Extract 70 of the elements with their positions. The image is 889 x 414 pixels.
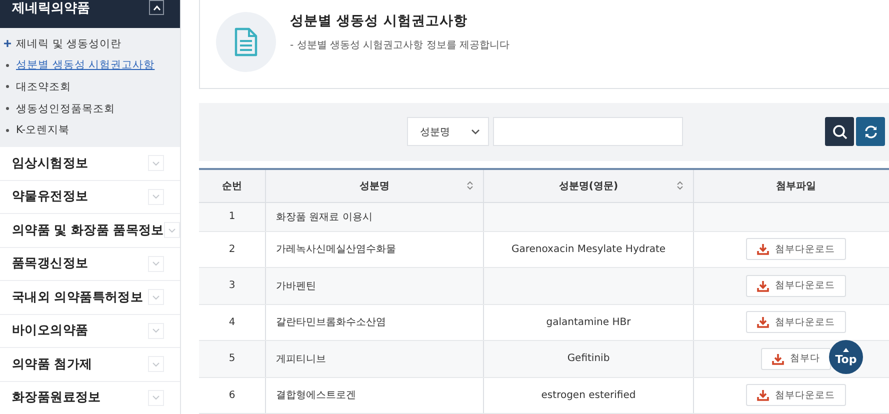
table-cell: galantamine HBr xyxy=(546,316,631,328)
download-icon xyxy=(757,243,769,256)
chevron-down-icon xyxy=(148,256,164,272)
search-button[interactable] xyxy=(825,117,854,146)
download-icon xyxy=(757,316,769,328)
table-cell: 화장품 원재료 이용시 xyxy=(276,212,372,222)
bullet-icon xyxy=(6,107,9,110)
chevron-down-icon xyxy=(148,289,164,306)
search-type-dropdown[interactable]: 성분명 xyxy=(407,117,489,146)
chevron-down-icon xyxy=(148,188,164,205)
download-button[interactable]: 첨부다운로드 xyxy=(746,274,846,297)
plus-icon xyxy=(4,40,11,48)
sidebar-menu-item[interactable]: 의약품 및 화장품 품목정보 xyxy=(0,214,180,248)
submenu-link[interactable]: 대조약조회 xyxy=(16,80,71,94)
table-cell: 결합형에스트로겐 xyxy=(276,390,356,402)
menu-title: 제네릭의약품 xyxy=(12,1,90,17)
table-cell: 5 xyxy=(228,353,236,364)
caret-up-icon xyxy=(843,348,849,352)
sidebar-menu-item[interactable]: 화장품원료정보 xyxy=(0,382,180,414)
sidebar-menu-item[interactable]: 국내외 의약품특허정보 xyxy=(0,281,180,314)
column-header: 순번 xyxy=(199,168,266,202)
table-cell: estrogen esterified xyxy=(541,390,636,401)
table-cell: Garenoxacin Mesylate Hydrate xyxy=(511,244,666,255)
page-description: - 성분별 생동성 시험권고사항 정보를 제공합니다 xyxy=(290,39,510,52)
bullet-icon xyxy=(6,64,9,67)
refresh-icon xyxy=(864,124,878,139)
bullet-icon xyxy=(6,85,9,88)
chevron-down-icon xyxy=(148,155,164,172)
sidebar-menu-item[interactable]: 임상시험정보 xyxy=(0,147,180,180)
collapse-button[interactable] xyxy=(149,0,164,15)
chevron-up-icon xyxy=(152,4,160,10)
sidebar-menu-item[interactable]: 약물유전정보 xyxy=(0,180,180,214)
column-header[interactable]: 성분명 xyxy=(266,168,484,202)
download-icon xyxy=(772,352,784,365)
column-header: 첨부파일 xyxy=(694,168,889,202)
bullet-icon xyxy=(6,128,9,132)
download-button[interactable]: 첨부다 xyxy=(761,348,831,370)
column-header[interactable]: 성분명(영문) xyxy=(484,168,694,202)
sidebar-menu-item[interactable]: 의약품 첨가제 xyxy=(0,348,180,382)
submenu-link[interactable]: 성분별 생동성 시험권고사항 xyxy=(16,58,155,72)
table-cell: 4 xyxy=(228,316,236,328)
table-cell: 6 xyxy=(228,390,236,401)
refresh-button[interactable] xyxy=(856,117,885,146)
table-cell: 3 xyxy=(228,280,236,292)
search-field[interactable] xyxy=(493,117,683,146)
submenu-link[interactable]: 제네릭 및 생동성이란 xyxy=(16,36,122,51)
download-icon xyxy=(757,389,769,402)
sort-icon xyxy=(677,180,683,190)
table-cell: 2 xyxy=(228,244,236,255)
table-cell: 갈란타민브롬화수소산염 xyxy=(276,317,386,328)
sidebar-menu-item[interactable]: 품목갱신정보 xyxy=(0,248,180,281)
chevron-down-icon xyxy=(471,128,480,135)
chevron-down-icon xyxy=(148,356,164,372)
table-cell: 가바펜틴 xyxy=(276,280,316,292)
chevron-down-icon xyxy=(148,390,164,406)
table-cell: 1 xyxy=(228,211,236,222)
sort-icon xyxy=(467,180,473,190)
download-button[interactable]: 첨부다운로드 xyxy=(746,384,846,406)
submenu-link[interactable]: 생동성인정품목조회 xyxy=(16,102,115,116)
submenu-link[interactable]: K-오렌지북 xyxy=(16,123,70,138)
download-icon xyxy=(757,280,769,292)
table-cell: 게피티니브 xyxy=(276,354,326,365)
search-icon xyxy=(832,124,848,140)
table-cell: 가레녹사신메실산염수화물 xyxy=(276,244,396,256)
page-title: 성분별 생동성 시험권고사항 xyxy=(290,12,468,30)
table-cell: Gefitinib xyxy=(567,353,610,364)
download-button[interactable]: 첨부다운로드 xyxy=(746,311,846,334)
sidebar-menu-item[interactable]: 바이오의약품 xyxy=(0,314,180,348)
download-button[interactable]: 첨부다운로드 xyxy=(746,238,846,260)
chevron-down-icon xyxy=(148,322,164,339)
